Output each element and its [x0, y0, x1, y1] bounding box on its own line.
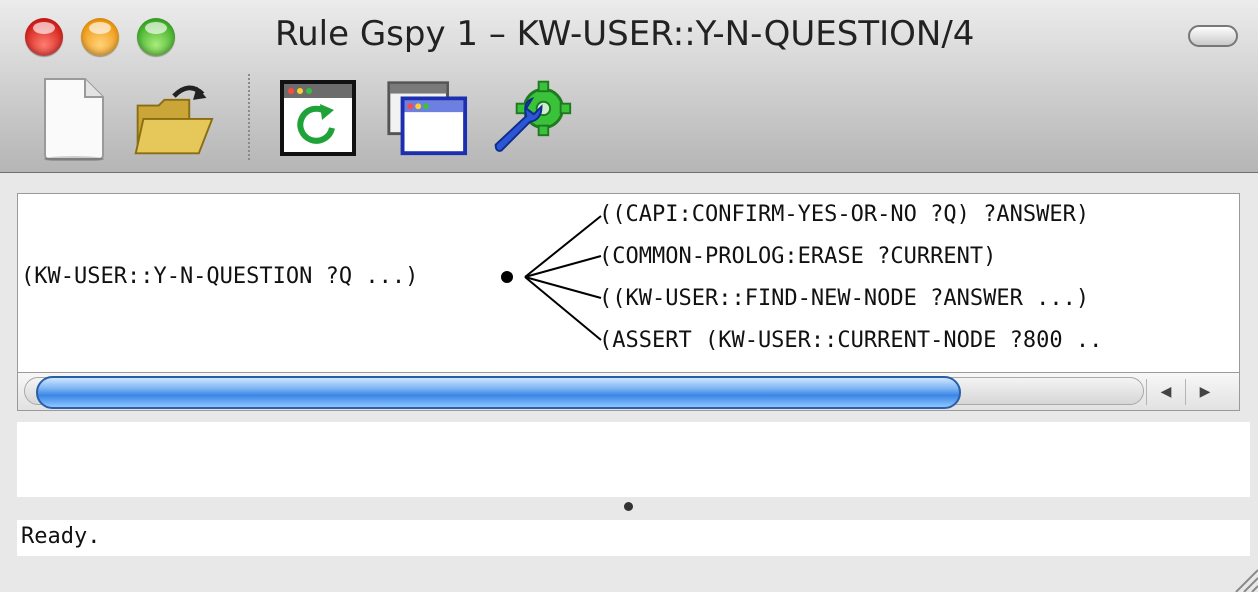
- window-title: Rule Gspy 1 – KW-USER::Y-N-QUESTION/4: [275, 14, 975, 54]
- status-bar: Ready.: [17, 520, 1250, 556]
- open-folder-icon: [134, 85, 214, 155]
- rule-branch-node[interactable]: ((KW-USER::FIND-NEW-NODE ?ANSWER ...): [599, 286, 1089, 311]
- details-pane[interactable]: [17, 422, 1250, 497]
- new-document-button[interactable]: [30, 74, 116, 162]
- scroll-right-arrow-icon[interactable]: ▶: [1185, 379, 1224, 405]
- scrollbar-thumb[interactable]: [36, 376, 961, 409]
- preferences-button[interactable]: [488, 74, 574, 162]
- open-folder-button[interactable]: [130, 74, 216, 162]
- zoom-window-button[interactable]: [137, 18, 175, 56]
- scroll-left-arrow-icon[interactable]: ◀: [1146, 379, 1185, 405]
- blank-page-icon: [44, 78, 104, 161]
- toolbar-toggle-button[interactable]: [1188, 25, 1238, 47]
- toolbar-separator: [248, 74, 250, 160]
- resize-grip-icon[interactable]: [1228, 562, 1258, 592]
- refresh-window-button[interactable]: [275, 74, 361, 162]
- close-window-button[interactable]: [25, 18, 63, 56]
- new-window-button[interactable]: [383, 74, 469, 162]
- split-view-handle[interactable]: [624, 502, 633, 511]
- rule-branch-node[interactable]: ((CAPI:CONFIRM-YES-OR-NO ?Q) ?ANSWER): [599, 202, 1089, 227]
- stacked-windows-icon: [387, 81, 468, 156]
- status-text: Ready.: [21, 524, 101, 549]
- scroll-arrows: ◀ ▶: [1146, 379, 1224, 405]
- rule-tree-pane[interactable]: (KW-USER::Y-N-QUESTION ?Q ...) ((CAPI:CO…: [17, 193, 1240, 373]
- wrench-gear-icon: [494, 80, 572, 152]
- window-titlebar-toolbar: Rule Gspy 1 – KW-USER::Y-N-QUESTION/4: [0, 0, 1258, 173]
- horizontal-scrollbar[interactable]: ◀ ▶: [17, 373, 1240, 411]
- refresh-window-icon: [280, 80, 356, 156]
- rule-branch-node[interactable]: (ASSERT (KW-USER::CURRENT-NODE ?800 ..: [599, 328, 1102, 353]
- rule-branch-node[interactable]: (COMMON-PROLOG:ERASE ?CURRENT): [599, 244, 996, 269]
- minimize-window-button[interactable]: [81, 18, 119, 56]
